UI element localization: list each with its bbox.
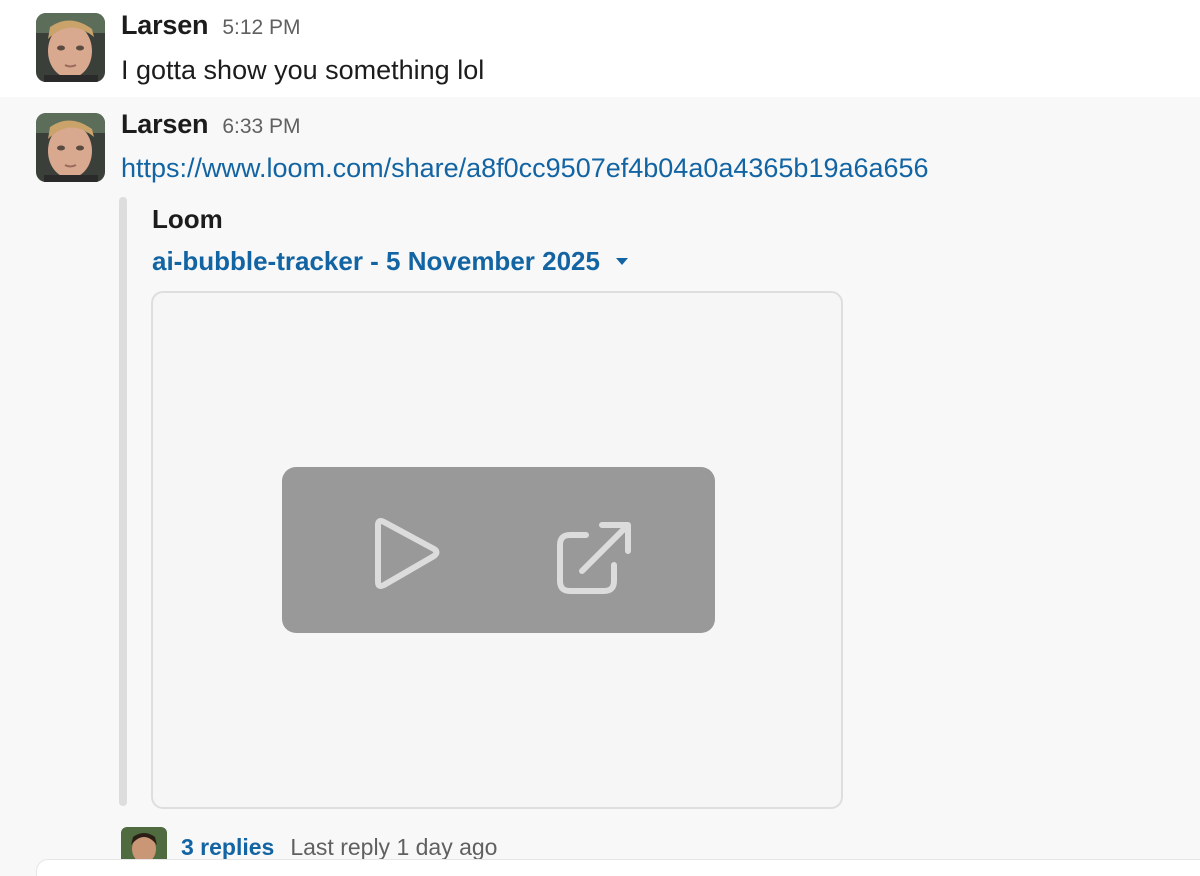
play-button[interactable] bbox=[364, 515, 444, 595]
timestamp[interactable]: 5:12 PM bbox=[222, 16, 300, 40]
replies-link[interactable]: 3 replies bbox=[181, 834, 274, 861]
unfurl-source-name: Loom bbox=[152, 204, 223, 234]
play-icon bbox=[375, 518, 440, 589]
message-item: Larsen 5:12 PM I gotta show you somethin… bbox=[0, 0, 1200, 97]
open-external-icon bbox=[557, 522, 631, 594]
unfurl-title-text[interactable]: ai-bubble-tracker - 5 November 2025 bbox=[152, 246, 600, 277]
timestamp[interactable]: 6:33 PM bbox=[222, 115, 300, 139]
message-header: Larsen 5:12 PM bbox=[121, 10, 301, 42]
message-header: Larsen 6:33 PM bbox=[121, 109, 301, 141]
avatar[interactable] bbox=[36, 113, 105, 182]
attachment-bar bbox=[119, 197, 127, 806]
message-link[interactable]: https://www.loom.com/share/a8f0cc9507ef4… bbox=[121, 153, 929, 184]
message-composer[interactable] bbox=[36, 859, 1200, 876]
avatar[interactable] bbox=[36, 13, 105, 82]
caret-down-icon[interactable] bbox=[615, 258, 628, 265]
unfurl-title-link[interactable]: ai-bubble-tracker - 5 November 2025 bbox=[152, 246, 628, 277]
message-item: Larsen 6:33 PM https://www.loom.com/shar… bbox=[0, 97, 1200, 876]
video-controls bbox=[282, 467, 715, 633]
video-preview[interactable] bbox=[151, 291, 843, 809]
sender-name[interactable]: Larsen bbox=[121, 10, 209, 41]
sender-name[interactable]: Larsen bbox=[121, 109, 209, 140]
message-text: I gotta show you something lol bbox=[121, 55, 485, 85]
open-external-button[interactable] bbox=[552, 515, 634, 597]
last-reply-text: Last reply 1 day ago bbox=[290, 833, 498, 860]
